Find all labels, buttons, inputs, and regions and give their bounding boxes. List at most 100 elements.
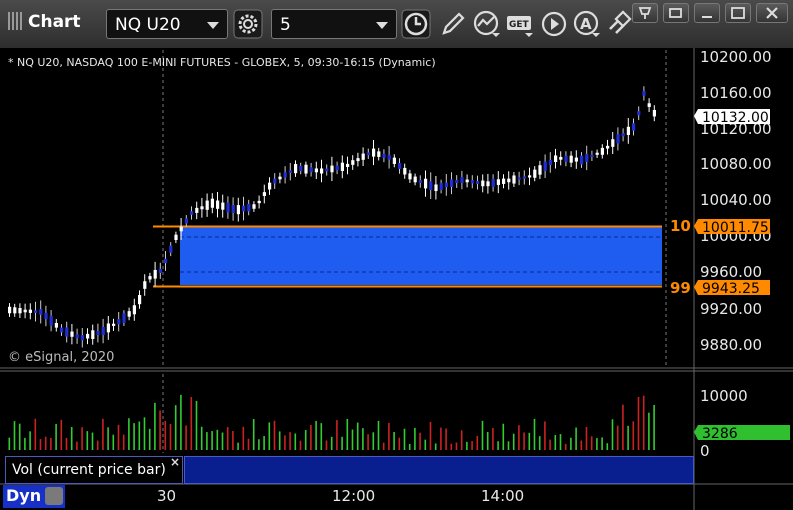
volume-bar	[362, 428, 364, 450]
candle	[460, 177, 464, 184]
title-bar[interactable]: Chart NQ U20 5 GET A	[0, 0, 793, 49]
chart-header: * NQ U20, NASDAQ 100 E-MINI FUTURES - GL…	[8, 56, 436, 69]
candle	[450, 179, 454, 187]
volume-bar	[112, 434, 115, 450]
get-button[interactable]: GET	[506, 9, 536, 39]
volume-bar	[336, 420, 338, 450]
volume-bar	[211, 431, 213, 450]
candle	[226, 202, 230, 213]
volume-bar	[86, 431, 89, 450]
volume-bar	[273, 420, 276, 450]
candle	[91, 330, 95, 339]
candle	[502, 178, 506, 184]
link-button[interactable]	[604, 9, 634, 39]
candle	[252, 204, 256, 209]
candle	[408, 173, 412, 180]
volume-bar	[518, 425, 520, 450]
candle	[429, 181, 433, 191]
price-zone[interactable]	[180, 227, 662, 285]
candle	[382, 153, 386, 158]
volume-bar	[544, 421, 546, 450]
candle	[23, 309, 27, 313]
draw-button[interactable]	[438, 9, 468, 39]
candle	[403, 167, 407, 175]
alert-button[interactable]: A	[572, 9, 602, 39]
volume-bar	[315, 420, 317, 450]
volume-bar	[60, 419, 63, 450]
pin-button[interactable]	[632, 3, 658, 23]
maximize-icon	[731, 7, 745, 19]
zone-top-short-label: 10	[670, 217, 691, 235]
volume-bar	[596, 438, 598, 450]
minimize-button[interactable]	[694, 3, 720, 23]
volume-bar	[117, 424, 120, 450]
volume-bar	[138, 421, 141, 450]
chart-window: Chart NQ U20 5 GET A * NQ U20, NASDAQ 10…	[0, 0, 793, 510]
volume-bar	[346, 418, 349, 450]
pencil-icon	[442, 12, 465, 35]
candle	[377, 151, 381, 157]
time-button[interactable]	[401, 9, 431, 39]
interval-input[interactable]: 5	[271, 9, 397, 39]
volume-bar	[601, 437, 603, 450]
candle	[195, 207, 199, 213]
settings-button[interactable]	[233, 9, 263, 39]
volume-bar	[258, 439, 260, 450]
study-icon	[473, 10, 500, 37]
candle	[528, 175, 532, 178]
volume-bar	[190, 396, 193, 450]
volume-bar	[627, 425, 629, 450]
restore-icon	[669, 8, 682, 18]
candle	[387, 154, 391, 160]
volume-bar	[8, 437, 11, 450]
volume-bar	[403, 428, 406, 450]
maximize-button[interactable]	[725, 3, 751, 23]
volume-legend[interactable]: Vol (current price bar)	[5, 456, 183, 484]
symbol-input[interactable]: NQ U20	[106, 9, 228, 39]
candle	[611, 139, 615, 147]
candle	[184, 218, 188, 224]
dynamic-mode-button[interactable]: Dyn	[3, 485, 65, 508]
candle	[190, 211, 194, 215]
restore-button[interactable]	[663, 3, 689, 23]
interval-value: 5	[280, 15, 291, 35]
price-axis: 10200.00 10160.00 10120.00 10080.00 1004…	[700, 48, 772, 354]
candle	[283, 172, 287, 178]
candle	[398, 163, 402, 169]
candle	[320, 168, 324, 174]
play-button[interactable]	[540, 9, 570, 39]
volume-bar	[372, 432, 375, 450]
close-icon[interactable]: ×	[170, 455, 180, 469]
volume-bar	[554, 435, 557, 450]
volume-bar	[580, 440, 583, 450]
volume-bar	[637, 397, 640, 450]
volume-bar	[24, 437, 26, 450]
candle	[122, 313, 126, 323]
volume-bar	[159, 410, 161, 450]
close-button[interactable]	[756, 3, 788, 23]
get-icon: GET	[507, 16, 533, 37]
candle	[439, 183, 443, 190]
volume-bar	[320, 423, 323, 450]
lock-icon[interactable]	[45, 487, 63, 505]
volume-bar	[13, 421, 16, 450]
study-button[interactable]	[472, 9, 502, 39]
candle	[496, 179, 500, 185]
candle	[60, 327, 64, 333]
candle	[621, 133, 625, 137]
volume-bar	[492, 428, 494, 450]
volume-bar	[263, 436, 265, 450]
candle	[80, 335, 84, 341]
chart-canvas[interactable]: * NQ U20, NASDAQ 100 E-MINI FUTURES - GL…	[0, 48, 793, 510]
chevron-down-icon[interactable]	[376, 22, 388, 29]
candle	[642, 91, 646, 96]
chevron-down-icon[interactable]	[207, 22, 219, 29]
volume-bar	[507, 441, 510, 450]
volume-bar	[351, 429, 354, 450]
candle	[221, 202, 225, 210]
volume-bar	[476, 435, 479, 450]
volume-bar	[55, 423, 57, 450]
candle	[325, 168, 329, 172]
dynamic-mode-label: Dyn	[6, 486, 42, 505]
candle	[268, 182, 272, 190]
